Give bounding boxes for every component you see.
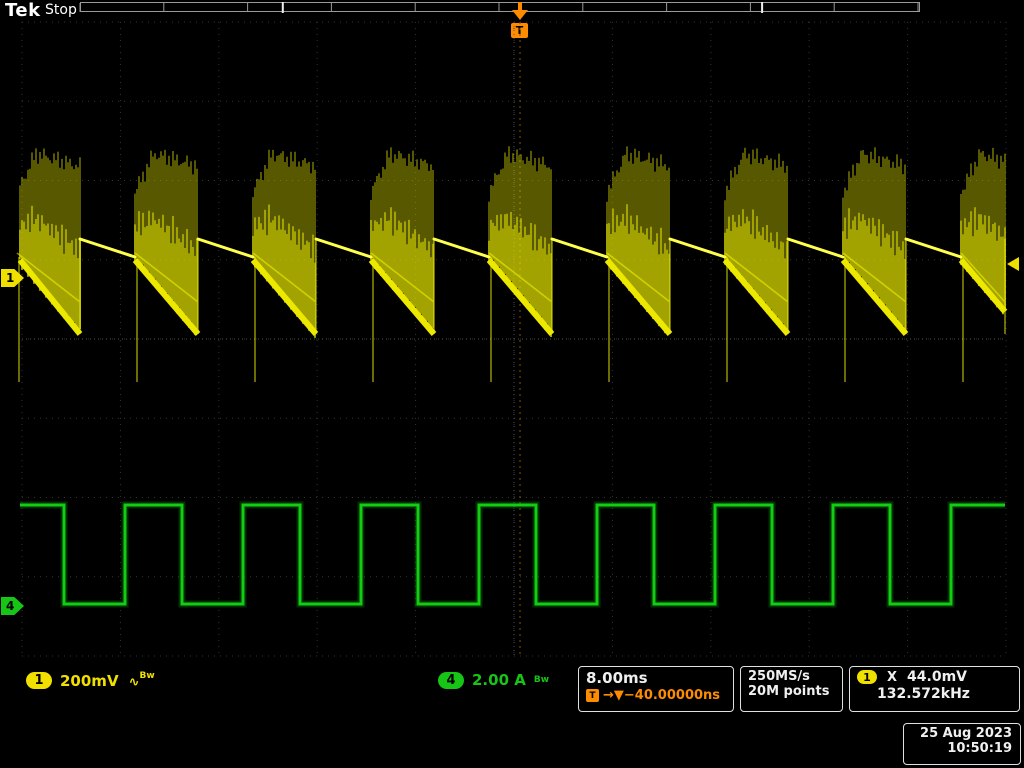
time-value: 10:50:19 xyxy=(911,741,1012,756)
horizontal-readout[interactable]: 8.00ms T →▼−40.00000ns xyxy=(578,666,734,712)
waveform-display xyxy=(0,0,1024,768)
datetime-readout: 25 Aug 2023 10:50:19 xyxy=(903,723,1021,765)
ch1-coupling-icon: ∿ xyxy=(129,675,140,690)
ch4-badge[interactable]: 4 xyxy=(438,672,464,689)
date-value: 25 Aug 2023 xyxy=(911,726,1012,741)
trigger-readout[interactable]: 1 X 44.0mV 132.572kHz xyxy=(849,666,1020,712)
ch1-scale: 200mV xyxy=(60,672,119,690)
timebase-value: 8.00ms xyxy=(586,669,726,687)
oscilloscope-screen: Tek Stop T 1 4 1 200mV ∿Bw 4 2.00 A Bw 8… xyxy=(0,0,1024,768)
ch1-badge[interactable]: 1 xyxy=(26,672,52,689)
trigger-t-icon: T xyxy=(586,689,599,702)
ch1-readout[interactable]: 1 200mV ∿Bw xyxy=(26,671,155,690)
trigger-level-value: 44.0mV xyxy=(907,669,967,685)
trigger-source-badge[interactable]: 1 xyxy=(857,670,877,684)
ch4-scale: 2.00 A xyxy=(472,671,526,689)
acquisition-readout[interactable]: 250MS/s 20M points xyxy=(740,666,843,712)
ch4-readout[interactable]: 4 2.00 A Bw xyxy=(438,671,549,689)
trigger-frequency-value: 132.572kHz xyxy=(857,686,1012,702)
trigger-slope-icon: X xyxy=(887,670,897,685)
ch4-bandwidth-icon: Bw xyxy=(534,675,549,685)
ch1-bandwidth-icon: Bw xyxy=(139,671,154,681)
horizontal-delay-value: →▼−40.00000ns xyxy=(603,688,720,703)
sample-rate-value: 250MS/s xyxy=(748,669,835,684)
record-length-value: 20M points xyxy=(748,684,835,699)
